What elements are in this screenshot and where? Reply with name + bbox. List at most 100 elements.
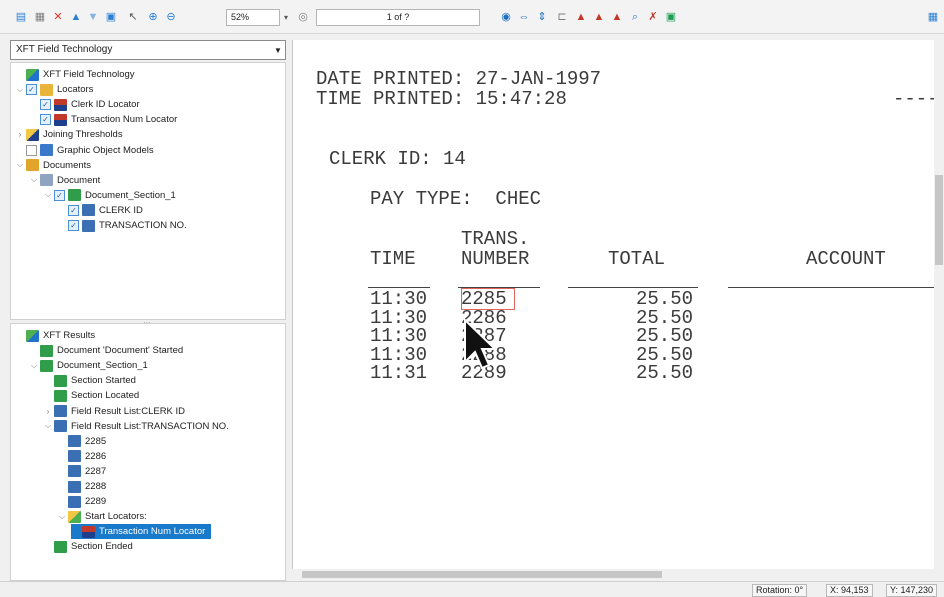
open-icon[interactable]: ▦ (33, 10, 47, 24)
results-tree-item-label: Section Ended (71, 541, 133, 553)
results-tree-item[interactable]: 2288 (57, 479, 106, 494)
results-tree-item[interactable]: Document 'Document' Started (29, 343, 183, 358)
collapse-arrow-icon[interactable]: ⌵ (43, 421, 53, 431)
checkbox[interactable]: ✓ (40, 114, 51, 126)
collapse-arrow-icon[interactable]: ⌵ (29, 361, 39, 371)
collapse-arrow-icon[interactable]: ⌵ (15, 160, 25, 170)
chevron-down-icon[interactable]: ▾ (284, 13, 288, 22)
header-dashes: ---- (893, 88, 939, 110)
rotation-status: Rotation: 0° (752, 584, 808, 597)
results-tree-item[interactable]: ⌵ Field Result List:TRANSACTION NO. (43, 419, 229, 434)
expand-arrow-icon[interactable]: › (43, 407, 53, 416)
locators-icon (68, 510, 81, 523)
field-icon (68, 480, 81, 493)
checkbox[interactable]: ✓ (26, 84, 37, 96)
mouse-cursor-icon (464, 318, 498, 370)
results-tree-item[interactable]: Section Started (43, 373, 136, 388)
vertical-scroll-thumb[interactable] (935, 175, 943, 265)
checkbox[interactable]: ✓ (54, 189, 65, 201)
zoom-in-icon[interactable]: ⊕ (146, 10, 160, 24)
definition-tree-item-label: Locators (57, 84, 94, 96)
move-down-icon[interactable]: ▼ (86, 10, 100, 24)
zoom-level-input[interactable]: 52% (226, 9, 280, 26)
results-tree-item[interactable]: ⌵ Start Locators: (57, 509, 147, 524)
align-left-icon[interactable]: ⊏ (555, 10, 569, 24)
definition-tree-item[interactable]: XFT Field Technology (15, 67, 135, 82)
toolbar: ▤ ▦ ✕ ▲ ▼ ▣ ↖ ⊕ ⊖ 52% ▾ ◎ 1 of ? ◉ ⇔ ⇕ ⊏… (0, 0, 944, 34)
chart-icon-2[interactable]: ▲ (592, 10, 606, 24)
new-icon[interactable]: ▤ (14, 10, 28, 24)
export-icon[interactable]: ▣ (664, 10, 678, 24)
section-icon (40, 359, 53, 372)
collapse-arrow-icon[interactable]: ⌵ (29, 175, 39, 185)
definition-tree-item[interactable]: ⌵ ✓ Locators (15, 82, 93, 97)
zoom-out-icon[interactable]: ⊖ (164, 10, 178, 24)
column-rule-account (728, 287, 938, 288)
find-icon[interactable]: ⌕ (628, 10, 642, 24)
section-icon (68, 189, 81, 202)
definition-tree-item[interactable]: ⌵ Document (29, 173, 100, 188)
results-tree-item[interactable]: › Field Result List:CLERK ID (43, 404, 185, 419)
definition-tree-item[interactable]: ⌵ ✓ Document_Section_1 (43, 188, 176, 203)
event-icon (40, 344, 53, 357)
overflow-icon[interactable]: ▦ (926, 10, 940, 24)
checkbox[interactable]: ✓ (68, 204, 79, 216)
results-tree-item[interactable]: 2286 (57, 449, 106, 464)
results-tree-item[interactable]: Section Located (43, 388, 139, 403)
collapse-arrow-icon[interactable]: ⌵ (15, 85, 25, 95)
date-printed-text: DATE PRINTED: 27-JAN-1997 (316, 68, 602, 90)
results-tree-item[interactable]: ⌵ Document_Section_1 (29, 358, 148, 373)
results-tree-item-label: 2289 (85, 496, 107, 508)
column-header-total: TOTAL (608, 248, 666, 270)
definition-tree-item[interactable]: ✓ Transaction Num Locator (29, 112, 177, 127)
located-field-highlight[interactable] (461, 288, 515, 310)
checkbox[interactable]: ✓ (68, 220, 79, 231)
locator-icon (54, 98, 67, 111)
page-indicator[interactable]: 1 of ? (316, 9, 480, 26)
refresh-icon[interactable]: ◎ (296, 10, 310, 24)
results-tree-item[interactable]: 2289 (57, 494, 106, 509)
definition-tree-item[interactable]: ✓ Clerk ID Locator (29, 97, 140, 112)
document-selector[interactable]: XFT Field Technology ▼ (10, 40, 286, 60)
document-viewer[interactable]: DATE PRINTED: 27-JAN-1997 TIME PRINTED: … (292, 40, 944, 580)
horizontal-scroll-thumb[interactable] (302, 571, 662, 578)
fit-height-icon[interactable]: ⇕ (535, 10, 549, 24)
delete-icon[interactable]: ✕ (51, 10, 65, 24)
definition-tree-item[interactable]: ✓ TRANSACTION NO. (57, 218, 187, 233)
expand-arrow-icon[interactable]: › (15, 130, 25, 139)
checkbox[interactable]: ✓ (40, 99, 51, 111)
clear-icon[interactable]: ✗ (646, 10, 660, 24)
results-tree-item-label: XFT Results (43, 330, 96, 341)
results-tree-item[interactable]: Transaction Num Locator (71, 524, 212, 540)
results-tree-item[interactable]: XFT Results (15, 328, 95, 343)
fit-width-icon[interactable]: ⇔ (517, 10, 531, 24)
horizontal-scrollbar[interactable] (292, 569, 944, 580)
definition-tree-item[interactable]: › Joining Thresholds (15, 127, 123, 142)
move-up-icon[interactable]: ▲ (69, 10, 83, 24)
collapse-arrow-icon[interactable]: ⌵ (57, 512, 67, 522)
results-tree-item[interactable]: 2285 (57, 434, 106, 449)
results-tree-item[interactable]: Section Ended (43, 539, 133, 554)
properties-icon[interactable]: ▣ (104, 10, 118, 24)
results-tree-item[interactable]: 2287 (57, 464, 106, 479)
vertical-scrollbar[interactable] (934, 40, 944, 580)
collapse-arrow-icon[interactable]: ⌵ (43, 190, 53, 200)
definition-tree-item[interactable]: ✓ CLERK ID (57, 203, 143, 218)
chart-icon-1[interactable]: ▲ (574, 10, 588, 24)
definition-tree-item-label: Clerk ID Locator (71, 99, 140, 111)
event-icon (54, 389, 67, 402)
field-icon (68, 495, 81, 508)
play-icon[interactable]: ◉ (499, 10, 513, 24)
column-header-number: NUMBER (461, 248, 530, 270)
definition-tree-item-label: Document_Section_1 (85, 189, 176, 201)
checkbox[interactable]: ✓ (26, 144, 37, 156)
definition-tree-item[interactable]: ✓ Graphic Object Models (15, 143, 154, 158)
definition-tree-item[interactable]: ⌵ Documents (15, 158, 91, 173)
definition-tree-item-label: Joining Thresholds (43, 129, 123, 141)
chart-icon-3[interactable]: ▲ (610, 10, 624, 24)
locator-icon (54, 113, 67, 126)
chevron-down-icon[interactable]: ▼ (271, 41, 285, 59)
field-icon (54, 420, 67, 433)
select-pointer-icon[interactable]: ↖ (126, 10, 140, 24)
results-tree-item-label: Document 'Document' Started (57, 345, 184, 357)
